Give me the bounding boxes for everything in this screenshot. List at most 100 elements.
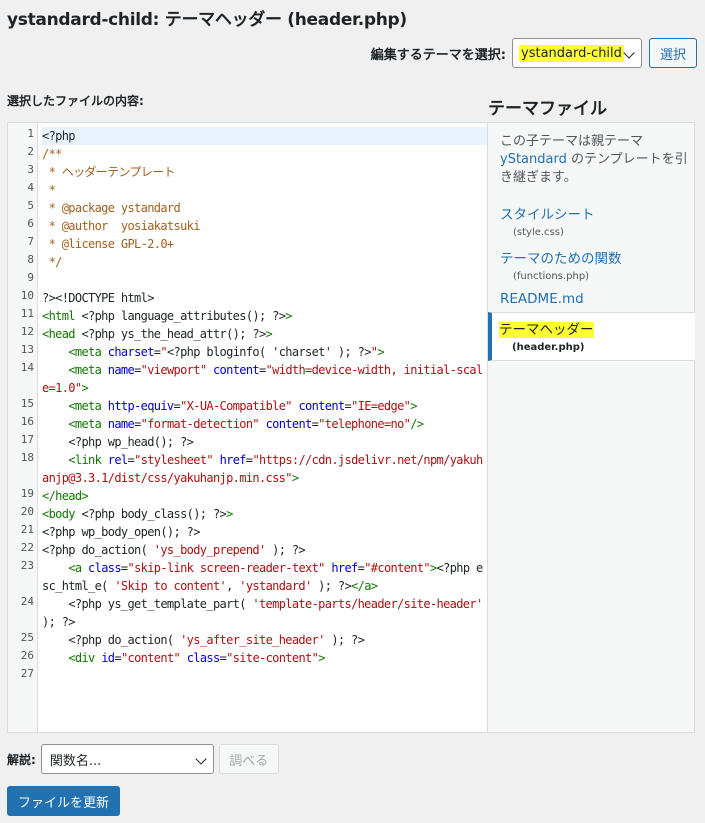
code-token: 'ys_after_site_header' (180, 633, 325, 647)
file-link-label[interactable]: README.md (488, 291, 695, 307)
code-token: > (291, 471, 299, 485)
line-number: 11 (20, 307, 34, 320)
code-text: <html <?php language_attributes(); ?>> (42, 307, 487, 325)
file-link-label[interactable]: スタイルシート (488, 203, 695, 223)
code-token: = (120, 561, 128, 575)
line-number: 5 (27, 199, 34, 212)
code-token: " (160, 345, 167, 359)
code-line[interactable]: 21 <?php wp_body_open(); ?> (8, 523, 487, 541)
code-line[interactable]: 17 <?php wp_head(); ?> (8, 433, 487, 451)
code-text: <div id="content" class="site-content"> (42, 649, 487, 667)
code-line[interactable]: 24 <?php ys_get_template_part( 'template… (8, 595, 487, 631)
code-editor[interactable]: 1 <?php 2/** 3 * ヘッダーテンプレート 4 * 5 * @package … (7, 122, 488, 733)
code-line[interactable]: 27 ​ (8, 667, 487, 685)
select-theme-button[interactable]: 選択 (649, 38, 697, 68)
lookup-button[interactable]: 調べる (218, 744, 279, 774)
code-token: id (101, 651, 115, 665)
code-text: </head> (42, 487, 487, 505)
code-token: 'Skip to content' (114, 579, 227, 593)
code-token: <body (42, 507, 76, 521)
code-line[interactable]: 10 ?><!DOCTYPE html> (8, 289, 487, 307)
code-line[interactable]: 2 /** (8, 145, 487, 163)
code-line[interactable]: 14 <meta name="viewport" content="width=… (8, 361, 487, 397)
file-link-label[interactable]: テーマのための関数 (488, 247, 695, 267)
code-token: rel (107, 453, 128, 467)
file-item-header-current[interactable]: テーマヘッダー (header.php) (488, 312, 695, 361)
code-line[interactable]: 4 * (8, 181, 487, 199)
code-line[interactable]: 11 <html <?php language_attributes(); ?>> (8, 307, 487, 325)
code-text: * (42, 181, 487, 199)
file-item-readme[interactable]: README.md (488, 291, 695, 307)
code-text: /** (42, 145, 487, 163)
line-number: 4 (27, 181, 34, 194)
code-token: <?php bloginfo( 'charset' ); ?> (166, 345, 371, 359)
code-token: http-equiv (107, 399, 174, 413)
code-token: <?php wp_head(); ?> (42, 435, 194, 449)
function-name-placeholder: 関数名... (49, 753, 102, 769)
code-line[interactable]: 25 <?php do_action( 'ys_after_site_heade… (8, 631, 487, 649)
theme-select-dropdown[interactable]: ystandard-child (512, 38, 642, 68)
code-token: > (285, 309, 292, 323)
code-line[interactable]: 15 <meta http-equiv="X-UA-Compatible" co… (8, 397, 487, 415)
code-text: <?php wp_head(); ?> (42, 433, 487, 451)
code-token: * (42, 183, 56, 197)
code-text: * @author yosiakatsuki (42, 217, 487, 235)
code-line[interactable]: 3 * ヘッダーテンプレート (8, 163, 487, 181)
code-line[interactable]: 8 */ (8, 253, 487, 271)
code-text: * ヘッダーテンプレート (42, 163, 487, 181)
parent-theme-link[interactable]: yStandard (500, 152, 567, 167)
code-token: */ (42, 255, 63, 269)
line-number: 6 (27, 217, 34, 230)
code-line[interactable]: 6 * @author yosiakatsuki (8, 217, 487, 235)
code-line[interactable]: 19 </head> (8, 487, 487, 505)
code-token: <?php do_action( (42, 543, 154, 557)
code-token: <?php wp_body_open(); ?> (42, 525, 200, 539)
code-token: "stylesheet" (134, 453, 214, 467)
code-token: <?php body_class(); ?> (74, 507, 227, 521)
code-line[interactable]: 5 * @package ystandard (8, 199, 487, 217)
code-token: <meta (68, 363, 102, 377)
line-number: 24 (20, 595, 34, 608)
code-token: "format-detection" (140, 417, 260, 431)
code-line[interactable]: 23 <a class="skip-link screen-reader-tex… (8, 559, 487, 595)
code-text: */ (42, 253, 487, 271)
code-line[interactable]: 22 <?php do_action( 'ys_body_prepend' ); … (8, 541, 487, 559)
code-token: , (226, 579, 240, 593)
code-line[interactable]: 1 <?php (8, 127, 487, 145)
update-file-button[interactable]: ファイルを更新 (7, 786, 120, 816)
code-token: = (134, 417, 141, 431)
line-number: 9 (27, 271, 34, 284)
line-number: 12 (20, 325, 34, 338)
code-line[interactable]: 7 * @license GPL-2.0+ (8, 235, 487, 253)
file-item-functions[interactable]: テーマのための関数 (functions.php) (488, 247, 695, 282)
code-line[interactable]: 20 <body <?php body_class(); ?>> (8, 505, 487, 523)
code-text: * @license GPL-2.0+ (42, 235, 487, 253)
code-token: * @license GPL-2.0+ (42, 237, 175, 251)
code-token: name (107, 417, 135, 431)
function-name-select[interactable]: 関数名... (40, 744, 214, 774)
code-line[interactable]: 13 <meta charset="<?php bloginfo( 'chars… (8, 343, 487, 361)
code-line[interactable]: 9​ (8, 271, 487, 289)
code-line[interactable]: 18 <link rel="stylesheet" href="https://… (8, 451, 487, 487)
code-token: <div (68, 651, 95, 665)
code-text: <a class="skip-link screen-reader-text" … (42, 559, 487, 595)
line-number: 20 (20, 505, 34, 518)
code-text: <body <?php body_class(); ?>> (42, 505, 487, 523)
line-number: 19 (20, 487, 34, 500)
file-item-stylesheet[interactable]: スタイルシート (style.css) (488, 203, 695, 238)
code-line[interactable]: 26 <div id="content" class="site-content… (8, 649, 487, 667)
code-token: > (265, 327, 273, 341)
code-line[interactable]: 16 <meta name="format-detection" content… (8, 415, 487, 433)
code-token: * @author yosiakatsuki (42, 219, 201, 233)
code-token: content (298, 399, 345, 413)
code-line[interactable]: 12 <head <?php ys_the_head_attr(); ?>> (8, 325, 487, 343)
file-link-label[interactable]: テーマヘッダー (492, 318, 695, 338)
code-text: <?php (42, 127, 487, 145)
documentation-row: 解説: 関数名... 調べる (7, 744, 279, 774)
code-text: ​ (42, 667, 487, 685)
